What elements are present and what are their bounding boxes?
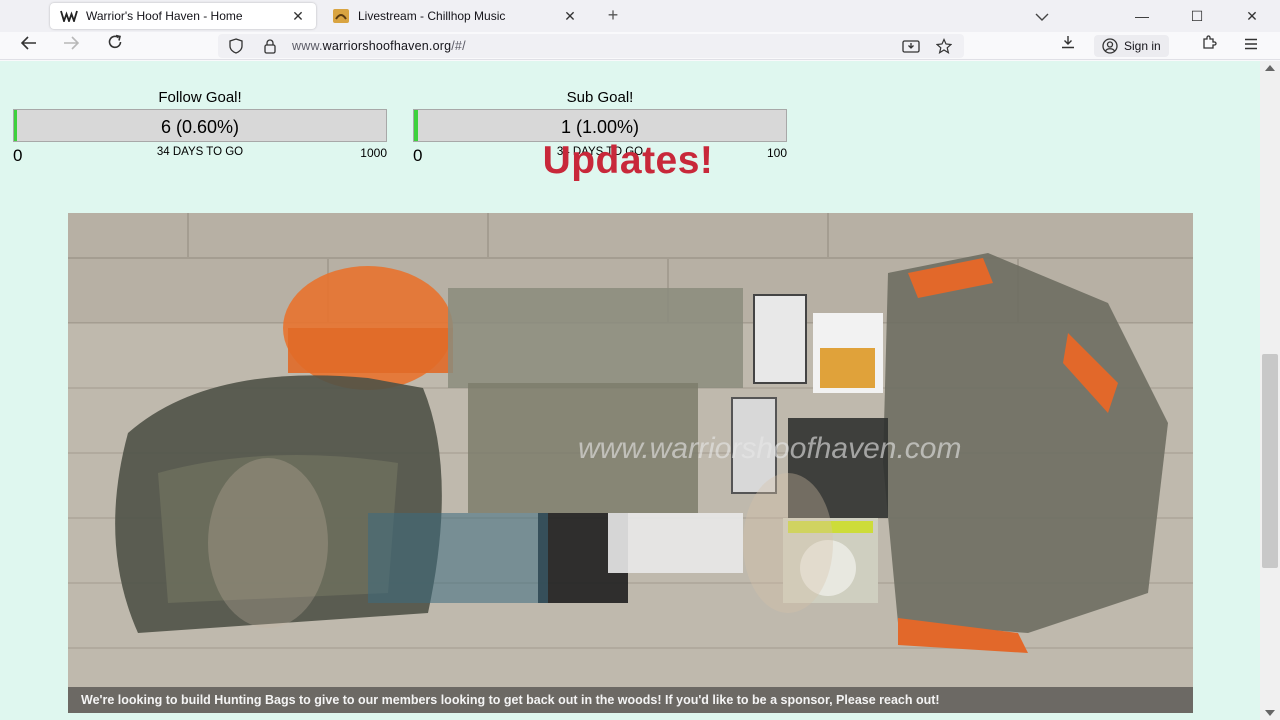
tab-title: Livestream - Chillhop Music	[358, 9, 506, 23]
download-icon	[1062, 36, 1074, 49]
sign-in-button[interactable]: Sign in	[1094, 35, 1169, 57]
photo-watermark-text: www.warriorshoofhaven.com	[578, 432, 961, 465]
slideshow-image[interactable]: www.warriorshoofhaven.com We're looking …	[68, 213, 1193, 713]
follow-goal-widget: Follow Goal! 6 (0.60%) 0 34 DAYS TO GO 1…	[13, 89, 387, 165]
scrollbar-thumb[interactable]	[1262, 354, 1278, 568]
sub-goal-widget: Sub Goal! 1 (1.00%) 0 34 DAYS TO GO 100	[413, 89, 787, 165]
tracking-protection-shield-icon[interactable]	[228, 38, 244, 54]
url-suffix: /#/	[451, 39, 466, 53]
close-tab-icon[interactable]: ✕	[562, 8, 578, 25]
minimize-button[interactable]: —	[1122, 4, 1162, 28]
downloads-button[interactable]	[1055, 34, 1081, 58]
url-prefix: www.	[292, 39, 323, 53]
reader-view-icon[interactable]	[902, 38, 920, 54]
hunting-bag-photo: www.warriorshoofhaven.com	[68, 213, 1193, 713]
app-menu-button[interactable]	[1238, 34, 1264, 58]
maximize-button[interactable]: ☐	[1177, 4, 1217, 28]
address-bar[interactable]: www.warriorshoofhaven.org/#/	[218, 34, 964, 58]
chevron-down-icon	[1035, 13, 1049, 21]
page-content: Follow Goal! 6 (0.60%) 0 34 DAYS TO GO 1…	[0, 61, 1260, 720]
follow-goal-progress-bar: 6 (0.60%)	[13, 109, 387, 142]
forward-arrow-icon	[64, 36, 80, 50]
account-icon	[1102, 38, 1118, 54]
sub-goal-title: Sub Goal!	[566, 89, 634, 106]
scroll-up-arrow-icon[interactable]	[1265, 65, 1275, 71]
lock-icon[interactable]	[262, 38, 278, 54]
follow-goal-title: Follow Goal!	[158, 89, 242, 106]
reload-icon	[108, 34, 122, 49]
puzzle-piece-icon	[1203, 35, 1217, 49]
close-window-button[interactable]: ✕	[1232, 4, 1272, 28]
close-tab-icon[interactable]: ✕	[290, 8, 306, 25]
list-all-tabs-button[interactable]	[1022, 4, 1062, 28]
new-tab-button[interactable]: +	[602, 5, 624, 27]
forward-button[interactable]	[58, 34, 84, 58]
ww-logo-icon	[60, 9, 78, 23]
sub-goal-value: 1 (1.00%)	[560, 117, 640, 137]
sign-in-label: Sign in	[1124, 39, 1161, 53]
follow-goal-value: 6 (0.60%)	[160, 117, 240, 137]
sub-goal-progress-bar: 1 (1.00%)	[413, 109, 787, 142]
extensions-button[interactable]	[1196, 34, 1222, 58]
bookmark-star-icon[interactable]	[935, 38, 953, 54]
tab-livestream[interactable]: Livestream - Chillhop Music ✕	[322, 3, 588, 29]
reload-button[interactable]	[102, 34, 128, 58]
tab-title: Warrior's Hoof Haven - Home	[86, 9, 243, 23]
updates-heading: Updates!	[542, 139, 714, 182]
chillhop-logo-icon	[332, 9, 350, 23]
tab-strip: Warrior's Hoof Haven - Home ✕ Livestream…	[0, 0, 1280, 32]
url-text[interactable]: www.warriorshoofhaven.org/#/	[292, 39, 466, 53]
hamburger-menu-icon	[1245, 38, 1257, 50]
tab-warriors-hoof-haven[interactable]: Warrior's Hoof Haven - Home ✕	[50, 3, 316, 29]
slideshow-caption: We're looking to build Hunting Bags to g…	[68, 687, 1193, 713]
page-scrollbar[interactable]	[1260, 61, 1280, 720]
scroll-down-arrow-icon[interactable]	[1265, 710, 1275, 716]
navigation-toolbar: www.warriorshoofhaven.org/#/ Sign in	[0, 32, 1280, 60]
back-arrow-icon	[20, 36, 36, 50]
url-domain: warriorshoofhaven.org	[322, 39, 452, 53]
back-button[interactable]	[16, 34, 42, 58]
